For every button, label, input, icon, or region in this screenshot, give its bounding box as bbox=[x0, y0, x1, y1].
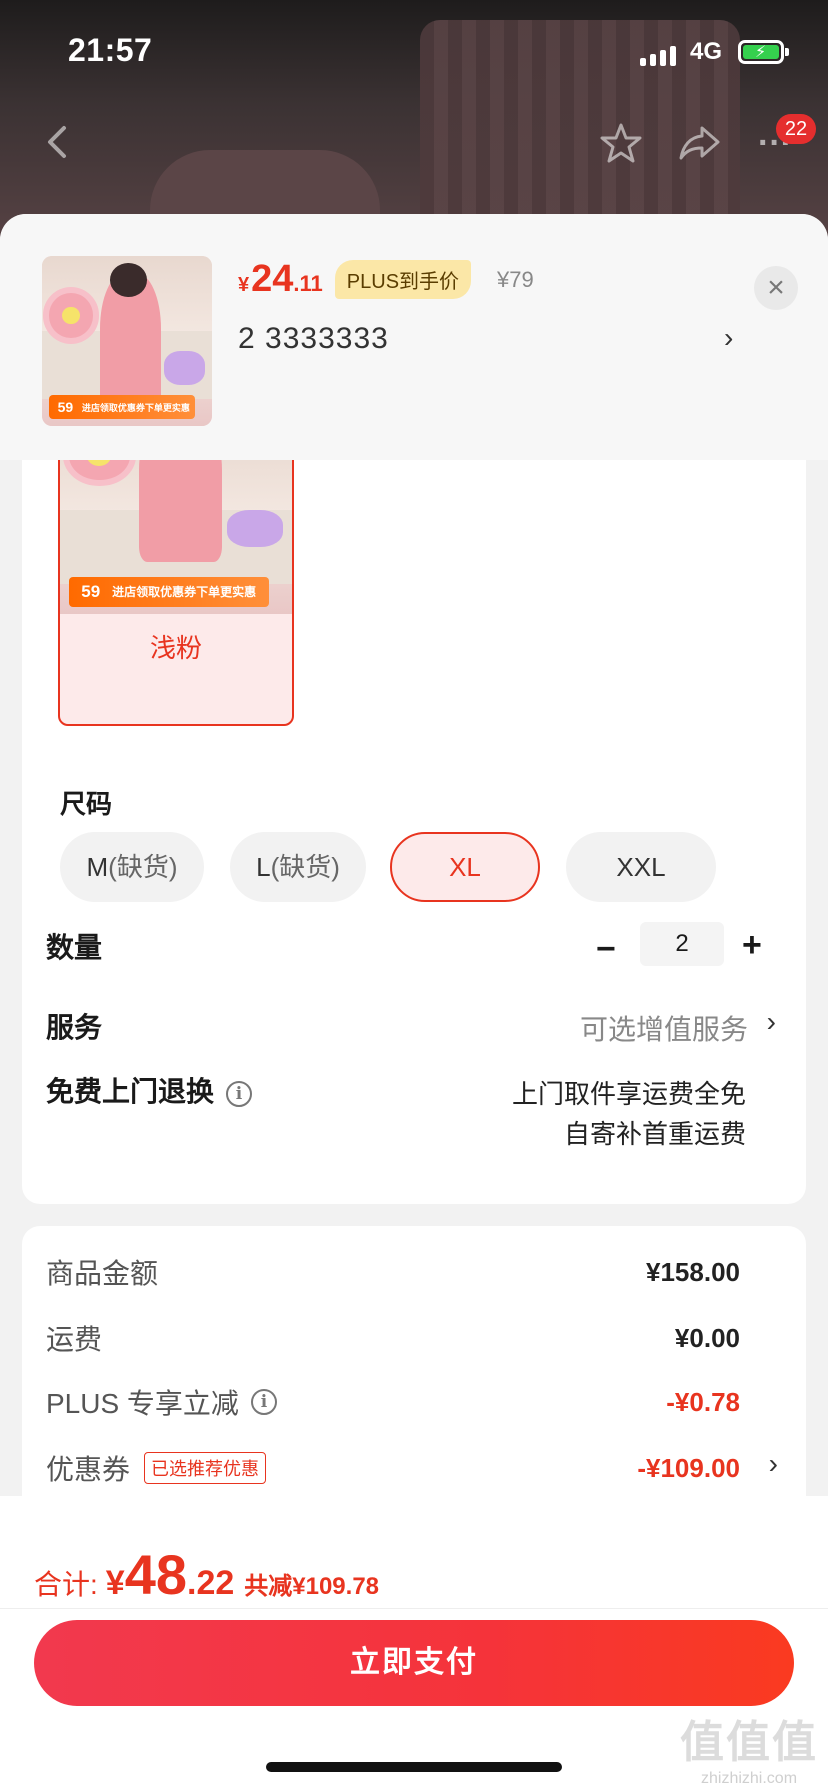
goods-amount-label: 商品金额 bbox=[46, 1258, 159, 1289]
plus-discount-label-wrap: PLUS 专享立减 i bbox=[46, 1382, 277, 1422]
quantity-input[interactable]: 2 bbox=[640, 922, 724, 966]
info-icon[interactable]: i bbox=[250, 1389, 277, 1415]
price-integer: 24 bbox=[251, 258, 294, 300]
star-pillow bbox=[164, 351, 206, 386]
signal-icon bbox=[640, 44, 676, 66]
size-option-note: (缺货) bbox=[108, 852, 178, 882]
chevron-right-icon[interactable]: › bbox=[769, 1448, 778, 1480]
options-card: 59 进店领取优惠券下单更实惠 浅粉 尺码 M(缺货) L(缺货) XL XXL… bbox=[22, 374, 806, 1204]
size-option-name: XXL bbox=[616, 852, 666, 882]
size-option-name: L bbox=[256, 852, 271, 882]
share-icon[interactable] bbox=[676, 120, 722, 166]
fee-row-shipping: 运费 ¥0.00 bbox=[46, 1318, 740, 1358]
battery-icon: ⚡ bbox=[738, 40, 789, 64]
watermark: 值值值 zhizhizhi.com bbox=[680, 1706, 818, 1788]
color-photo-star bbox=[227, 509, 283, 548]
size-section-title: 尺码 bbox=[60, 789, 113, 819]
shipping-value: ¥0.00 bbox=[674, 1322, 740, 1353]
star-icon[interactable] bbox=[598, 120, 644, 166]
close-button[interactable]: × bbox=[754, 266, 798, 310]
watermark-url: zhizhizhi.com bbox=[700, 1770, 798, 1787]
home-indicator[interactable] bbox=[266, 1762, 562, 1772]
size-option-note: (缺货) bbox=[270, 852, 340, 882]
checkout-footer: 合计: ¥ 48 .22 共减¥109.78 立即支付 值值值 zhizhizh… bbox=[0, 1496, 828, 1792]
quantity-minus-button[interactable]: − bbox=[596, 930, 616, 969]
color-option-label: 浅粉 bbox=[149, 633, 202, 663]
quantity-plus-button[interactable]: + bbox=[742, 926, 762, 965]
pay-now-button[interactable]: 立即支付 bbox=[34, 1620, 794, 1706]
info-icon[interactable]: i bbox=[226, 1080, 253, 1107]
coupon-label: 优惠券 bbox=[46, 1454, 131, 1485]
watermark-logo: 值值值 bbox=[680, 1718, 818, 1767]
color-option-light-pink[interactable]: 59 进店领取优惠券下单更实惠 浅粉 bbox=[58, 426, 294, 726]
chevron-right-icon[interactable]: › bbox=[767, 1006, 776, 1038]
plus-discount-label: PLUS 专享立减 bbox=[46, 1388, 239, 1419]
color-promo-text: 进店领取优惠券下单更实惠 bbox=[112, 585, 257, 600]
service-value[interactable]: 可选增值服务 bbox=[580, 1008, 748, 1048]
goods-amount-value: ¥158.00 bbox=[646, 1256, 740, 1287]
quantity-label: 数量 bbox=[46, 932, 103, 963]
plus-discount-value: -¥0.78 bbox=[666, 1386, 740, 1417]
status-time: 21:57 bbox=[68, 32, 153, 68]
return-line-2: 自寄补首重运费 bbox=[563, 1119, 746, 1149]
total-decimal: .22 bbox=[187, 1564, 235, 1602]
fee-row-plus-discount: PLUS 专享立减 i -¥0.78 bbox=[46, 1382, 740, 1422]
size-option-name: XL bbox=[449, 852, 481, 882]
size-option-xxl[interactable]: XXL bbox=[566, 832, 716, 902]
price-decimal: .11 bbox=[293, 271, 323, 296]
original-price: ¥79 bbox=[497, 266, 534, 292]
plus-price: ¥ 24 .11 bbox=[238, 258, 323, 301]
coupon-value: -¥109.00 bbox=[637, 1452, 740, 1483]
size-option-m[interactable]: M(缺货) bbox=[60, 832, 204, 902]
total-saving: 共减¥109.78 bbox=[244, 1573, 380, 1600]
promo-tag: 59 进店领取优惠券下单更实惠 bbox=[48, 395, 195, 420]
battery-fill: ⚡ bbox=[743, 44, 779, 61]
shipping-label: 运费 bbox=[46, 1324, 103, 1355]
color-promo-number: 59 bbox=[81, 581, 101, 601]
status-bar: 21:57 4G ⚡ bbox=[0, 0, 828, 100]
size-option-xl[interactable]: XL bbox=[390, 832, 540, 902]
color-promo-tag: 59 进店领取优惠券下单更实惠 bbox=[69, 576, 269, 607]
total-integer: 48 bbox=[124, 1543, 187, 1606]
chevron-right-icon[interactable]: › bbox=[724, 322, 733, 354]
coupon-tag: 已选推荐优惠 bbox=[144, 1452, 267, 1484]
total-label: 合计: bbox=[34, 1569, 98, 1600]
price-row: ¥ 24 .11 PLUS到手价 ¥79 bbox=[238, 258, 534, 301]
size-option-name: M bbox=[86, 852, 109, 882]
price-currency: ¥ bbox=[238, 274, 250, 296]
coupon-label-wrap: 优惠券 已选推荐优惠 bbox=[46, 1448, 267, 1488]
divider bbox=[0, 1608, 828, 1609]
fee-row-goods: 商品金额 ¥158.00 bbox=[46, 1252, 740, 1292]
sheet-header: 59 进店领取优惠券下单更实惠 ¥ 24 .11 PLUS到手价 ¥79 2 3… bbox=[0, 214, 828, 460]
network-type: 4G bbox=[690, 38, 723, 65]
return-line-1: 上门取件享运费全免 bbox=[511, 1079, 746, 1109]
charging-bolt-icon: ⚡ bbox=[755, 44, 767, 61]
selected-spec[interactable]: 2 3333333 bbox=[238, 322, 389, 356]
total-row: 合计: ¥ 48 .22 共减¥109.78 bbox=[34, 1542, 379, 1607]
back-arrow-icon[interactable] bbox=[38, 122, 78, 162]
promo-tag-number: 59 bbox=[57, 399, 74, 416]
free-return-row: 免费上门退换 i bbox=[46, 1070, 253, 1110]
total-currency: ¥ bbox=[105, 1564, 125, 1602]
free-return-label: 免费上门退换 bbox=[46, 1076, 215, 1107]
service-label: 服务 bbox=[46, 1012, 103, 1043]
size-option-l[interactable]: L(缺货) bbox=[230, 832, 366, 902]
return-description: 上门取件享运费全免 自寄补首重运费 bbox=[512, 1074, 746, 1154]
model-head bbox=[110, 262, 148, 297]
product-thumbnail[interactable]: 59 进店领取优惠券下单更实惠 bbox=[42, 256, 212, 426]
plus-price-badge: PLUS到手价 bbox=[334, 260, 472, 299]
promo-tag-text: 进店领取优惠券下单更实惠 bbox=[81, 402, 190, 413]
notification-badge: 22 bbox=[776, 114, 816, 144]
fee-row-coupon[interactable]: 优惠券 已选推荐优惠 -¥109.00 bbox=[46, 1448, 740, 1488]
flower-pillow bbox=[48, 293, 93, 338]
